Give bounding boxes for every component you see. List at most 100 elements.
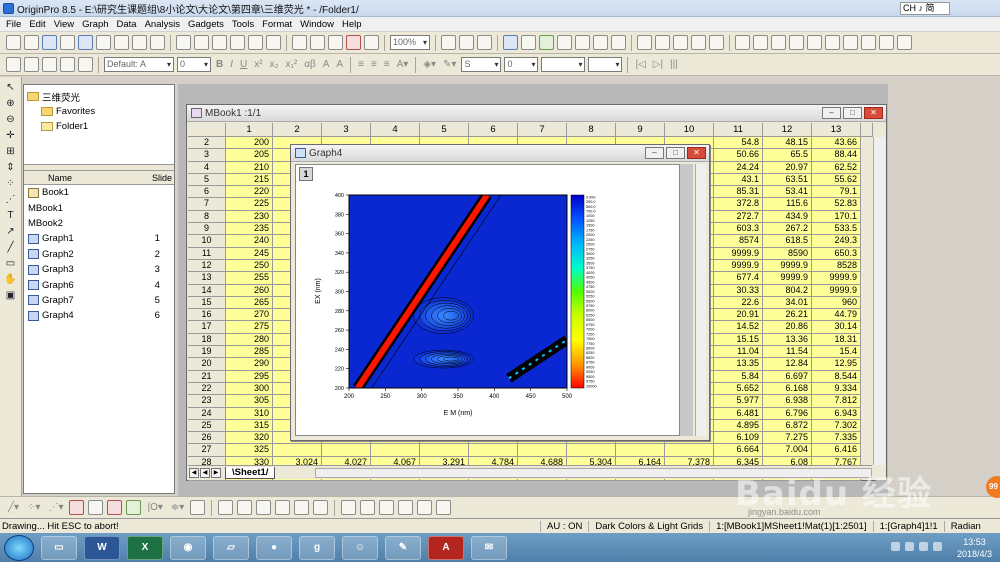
- table-cell[interactable]: [469, 444, 518, 457]
- font-size-select[interactable]: 0: [177, 57, 211, 72]
- layer-manage-icon[interactable]: [237, 500, 253, 515]
- greek-icon[interactable]: αβ: [302, 59, 318, 70]
- table-cell[interactable]: 325: [226, 444, 273, 457]
- table-cell[interactable]: 6.481: [714, 407, 763, 420]
- row-header[interactable]: 7: [188, 198, 226, 211]
- print-icon[interactable]: [441, 35, 456, 50]
- row-header[interactable]: 12: [188, 259, 226, 273]
- open-template-icon[interactable]: [194, 35, 209, 50]
- table-cell[interactable]: 6.109: [714, 432, 763, 445]
- menu-item-window[interactable]: Window: [296, 19, 338, 30]
- table-cell[interactable]: [273, 444, 322, 457]
- table-cell[interactable]: 24.24: [714, 161, 763, 174]
- layer-swap-icon[interactable]: [313, 500, 329, 515]
- table-cell[interactable]: 8574: [714, 235, 763, 248]
- object-manager-icon[interactable]: [539, 35, 554, 50]
- object-group-icon[interactable]: [417, 500, 433, 515]
- column-header[interactable]: 9: [616, 123, 665, 137]
- merge-graph-icon[interactable]: [218, 500, 234, 515]
- table-cell[interactable]: 960: [812, 296, 861, 310]
- table-cell[interactable]: 13.35: [714, 358, 763, 371]
- table-cell[interactable]: 6.697: [763, 370, 812, 383]
- align-right-icon[interactable]: ≡: [382, 59, 392, 70]
- increase-font-icon[interactable]: A: [321, 59, 332, 70]
- table-cell[interactable]: 235: [226, 223, 273, 236]
- table-cell[interactable]: 5.84: [714, 370, 763, 383]
- table-cell[interactable]: 7.302: [812, 419, 861, 433]
- line-style-select[interactable]: S: [461, 57, 502, 72]
- tree-folder1[interactable]: Folder1: [27, 119, 171, 134]
- explorer-item-book1[interactable]: Book1: [24, 185, 174, 200]
- highlight-icon[interactable]: [24, 57, 39, 72]
- table-cell[interactable]: [322, 444, 371, 457]
- line-width-select[interactable]: 0: [504, 57, 539, 72]
- table-cell[interactable]: 8.544: [812, 370, 861, 383]
- color-scale-bar[interactable]: [570, 194, 585, 389]
- font-color-icon[interactable]: A▾: [395, 59, 411, 70]
- row-header[interactable]: 5: [188, 173, 226, 187]
- object-align-left-icon[interactable]: [341, 500, 357, 515]
- table-cell[interactable]: 115.6: [763, 198, 812, 211]
- table-cell[interactable]: 804.2: [763, 284, 812, 297]
- table-cell[interactable]: 11.54: [763, 346, 812, 359]
- table-cell[interactable]: 265: [226, 296, 273, 310]
- tray-icon[interactable]: [891, 542, 900, 551]
- new-function-icon[interactable]: [114, 35, 129, 50]
- system-clock[interactable]: 13:53 2018/4/3: [957, 536, 992, 560]
- row-header[interactable]: 8: [188, 210, 226, 224]
- table-cell[interactable]: 63.51: [763, 173, 812, 187]
- table-cell[interactable]: 650.3: [812, 247, 861, 260]
- new-project-icon[interactable]: [6, 35, 21, 50]
- layer-top-icon[interactable]: [673, 35, 688, 50]
- screen-reader-tool-icon[interactable]: ✛: [4, 129, 18, 142]
- table-cell[interactable]: 34.01: [763, 296, 812, 310]
- prev-sheet-icon[interactable]: ◀: [200, 467, 210, 478]
- import-single-icon[interactable]: [292, 35, 307, 50]
- row-header[interactable]: 9: [188, 223, 226, 236]
- table-cell[interactable]: [616, 444, 665, 457]
- object-align-bottom-icon[interactable]: [398, 500, 414, 515]
- table-cell[interactable]: [518, 444, 567, 457]
- superscript-icon[interactable]: x²: [252, 59, 264, 70]
- menu-item-analysis[interactable]: Analysis: [141, 19, 184, 30]
- arrow-tool-icon[interactable]: ↗: [4, 225, 18, 238]
- layer-right-icon[interactable]: [655, 35, 670, 50]
- table-cell[interactable]: 18.31: [812, 333, 861, 347]
- table-cell[interactable]: 7.275: [763, 432, 812, 445]
- table-cell[interactable]: 6.416: [812, 444, 861, 457]
- table-cell[interactable]: 14.52: [714, 321, 763, 334]
- graph-window-titlebar[interactable]: Graph4 – □ ✕: [291, 145, 709, 162]
- table-cell[interactable]: 230: [226, 210, 273, 224]
- table-cell[interactable]: 434.9: [763, 210, 812, 224]
- axis-cross-icon[interactable]: [825, 35, 840, 50]
- tray-icon[interactable]: [905, 542, 914, 551]
- new-matrix-icon[interactable]: [96, 35, 111, 50]
- new-layer-icon[interactable]: [637, 35, 652, 50]
- row-header[interactable]: 19: [188, 346, 226, 359]
- column-header[interactable]: 8: [567, 123, 616, 137]
- candle-plot-icon[interactable]: ≑▾: [169, 502, 186, 513]
- y-axis-label[interactable]: EX (nm): [315, 278, 322, 304]
- menu-item-help[interactable]: Help: [338, 19, 366, 30]
- table-cell[interactable]: 55.62: [812, 173, 861, 187]
- menu-item-tools[interactable]: Tools: [228, 19, 258, 30]
- table-cell[interactable]: 6.664: [714, 444, 763, 457]
- menu-item-file[interactable]: File: [2, 19, 25, 30]
- table-cell[interactable]: 6.943: [812, 407, 861, 420]
- table-cell[interactable]: 290: [226, 358, 273, 371]
- close-icon[interactable]: ✕: [687, 147, 706, 159]
- new-layout-icon[interactable]: [132, 35, 147, 50]
- new-graph-icon[interactable]: [78, 35, 93, 50]
- ime-indicator[interactable]: CH ♪ 简: [900, 2, 950, 15]
- menu-item-format[interactable]: Format: [258, 19, 296, 30]
- open-excel-icon[interactable]: [212, 35, 227, 50]
- row-header[interactable]: 16: [188, 309, 226, 322]
- graph-vertical-scrollbar[interactable]: [695, 164, 706, 436]
- table-cell[interactable]: 250: [226, 259, 273, 273]
- area-plot-icon[interactable]: [126, 500, 142, 515]
- explorer-item-mbook1[interactable]: MBook1: [24, 189, 221, 215]
- table-cell[interactable]: 205: [226, 149, 273, 162]
- font-select[interactable]: Default: A: [104, 57, 174, 72]
- box-plot-icon[interactable]: |O▾: [145, 502, 164, 513]
- data-reader-tool-icon[interactable]: ⊞: [4, 145, 18, 158]
